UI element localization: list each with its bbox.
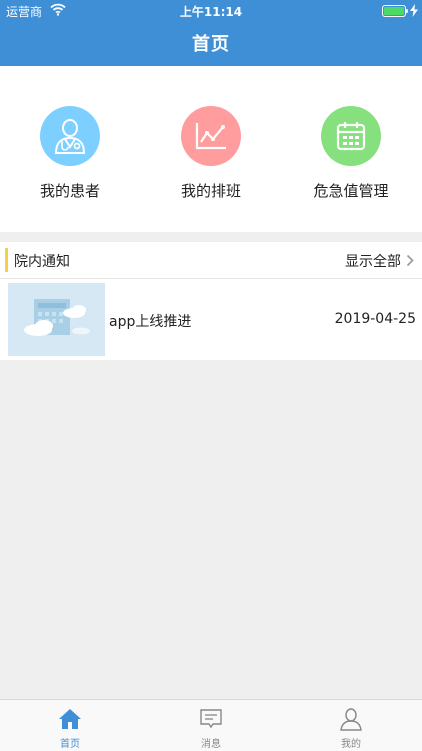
cloud-building-illustration [24,299,90,336]
app-header: 运营商 上午11:14 首页 [0,0,422,66]
doctor-icon [54,119,86,154]
shortcut-my-patients[interactable]: 我的患者 [0,106,140,201]
charging-icon [410,4,418,17]
notice-section-header: 院内通知 显示全部 [0,242,422,279]
shortcut-icon-circle [40,106,100,166]
shortcut-icon-circle [321,106,381,166]
line-chart-icon [195,123,226,150]
tab-home[interactable]: 首页 [0,700,140,751]
tab-label: 首页 [60,739,80,750]
section-accent-bar [5,248,8,272]
show-all-link[interactable]: 显示全部 [345,251,401,271]
tab-label: 消息 [201,739,221,750]
shortcut-icon-circle [181,106,241,166]
shortcut-grid: 我的患者 我的排班 危急值管理 [0,66,422,232]
shortcut-label: 危急值管理 [313,182,389,200]
tab-me[interactable]: 我的 [281,700,421,751]
message-icon [200,709,222,729]
person-icon [340,708,362,731]
calendar-icon [336,122,366,151]
shortcut-critical-values[interactable]: 危急值管理 [281,106,421,201]
battery-icon [382,5,408,17]
shortcut-label: 我的排班 [180,182,241,200]
shortcut-my-schedule[interactable]: 我的排班 [141,106,281,201]
status-bar: 运营商 上午11:14 [0,0,422,22]
notice-title: app上线推进 [109,314,192,330]
tab-label: 我的 [341,739,361,750]
chevron-right-icon[interactable] [406,254,414,267]
tab-bar: 首页 消息 我的 [0,699,422,751]
tab-messages[interactable]: 消息 [141,700,281,751]
shortcut-label: 我的患者 [39,182,100,200]
notice-thumbnail [8,283,105,356]
section-title: 院内通知 [14,254,70,270]
notice-date: 2019-04-25 [334,311,416,327]
notice-list-item[interactable]: app上线推进 2019-04-25 [0,279,422,360]
page-title: 首页 [192,34,230,55]
home-icon [59,709,81,729]
status-time: 上午11:14 [179,5,243,19]
